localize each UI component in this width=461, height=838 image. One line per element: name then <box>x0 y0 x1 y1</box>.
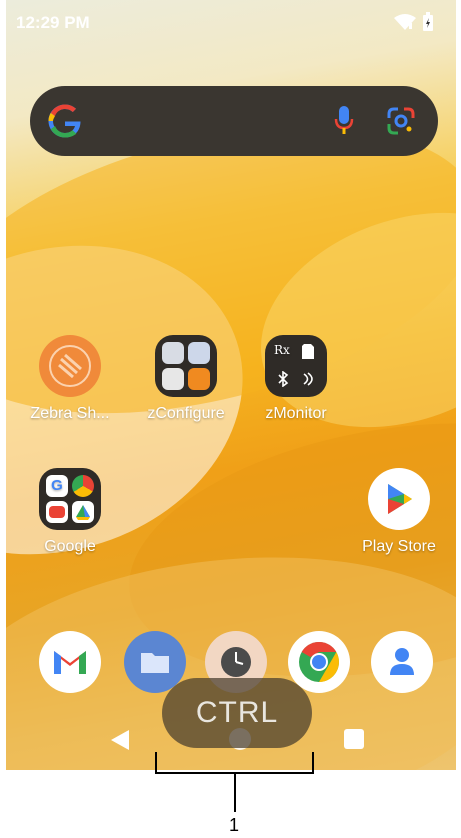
ctrl-overlay-button[interactable]: CTRL <box>162 678 312 748</box>
nfc-icon <box>303 372 313 386</box>
google-app-icon: G <box>46 475 68 497</box>
app-label: Zebra Sh... <box>30 405 110 422</box>
folder-zmonitor[interactable]: Rx zMonitor <box>246 335 346 423</box>
contacts-icon[interactable] <box>371 631 433 693</box>
app-label: zConfigure <box>147 405 225 422</box>
callout-number: 1 <box>229 815 240 835</box>
app-label: zMonitor <box>265 405 327 422</box>
app-zebra-showcase[interactable]: Zebra Sh... <box>20 335 120 423</box>
app-mini-icon <box>188 368 210 390</box>
google-g-icon[interactable] <box>46 102 84 140</box>
folder-google[interactable]: G Google <box>20 468 120 556</box>
drive-mini-icon <box>72 501 94 523</box>
play-store-icon <box>368 468 430 530</box>
app-mini-icon <box>188 342 210 364</box>
zebra-showcase-icon <box>39 335 101 397</box>
chrome-mini-icon <box>72 475 94 497</box>
app-mini-icon <box>162 342 184 364</box>
app-label: Google <box>44 538 96 555</box>
status-time: 12:29 PM <box>16 13 90 32</box>
zconfigure-folder-icon <box>155 335 217 397</box>
app-mini-icon <box>162 368 184 390</box>
microphone-icon[interactable] <box>334 106 354 136</box>
gmail-icon[interactable] <box>39 631 101 693</box>
google-folder-icon: G <box>39 468 101 530</box>
status-icons <box>394 12 434 32</box>
zmonitor-folder-icon: Rx <box>265 335 327 397</box>
google-lens-icon[interactable] <box>386 106 416 136</box>
youtube-mini-icon <box>46 501 68 523</box>
google-search-bar[interactable] <box>30 86 438 156</box>
rx-icon: Rx <box>274 343 290 357</box>
app-play-store[interactable]: Play Store <box>349 468 449 556</box>
app-label: Play Store <box>362 538 436 555</box>
home-screen: 12:29 PM Zebra Sh... zConfigure Rx zMoni… <box>6 0 456 770</box>
battery-icon <box>423 12 433 31</box>
wifi-icon <box>394 14 416 30</box>
callout-bracket <box>155 752 314 812</box>
folder-zconfigure[interactable]: zConfigure <box>136 335 236 423</box>
sim-icon <box>302 344 314 359</box>
bluetooth-icon <box>278 371 289 387</box>
